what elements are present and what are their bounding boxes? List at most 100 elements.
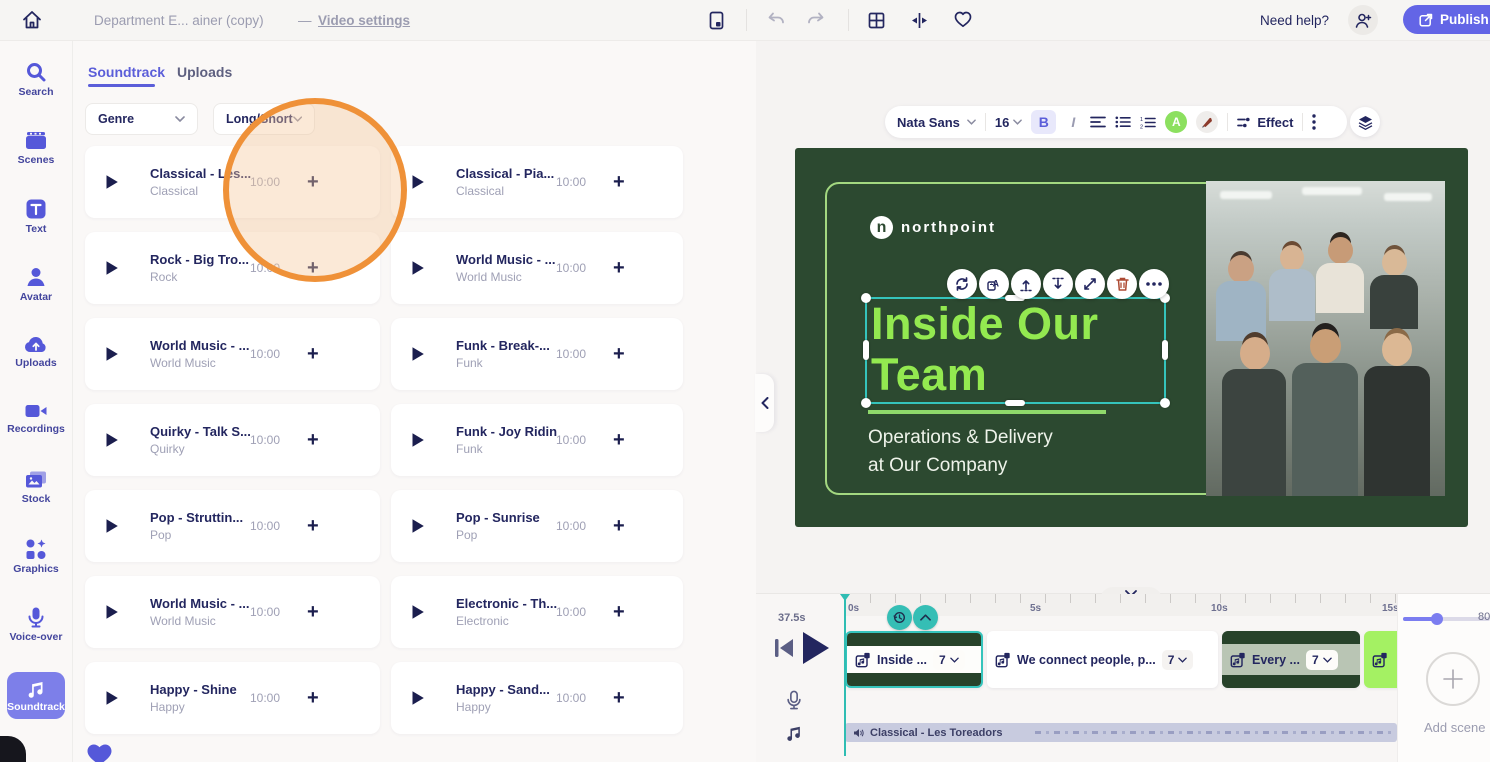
sidebar-item-voice-over[interactable]: Voice-over xyxy=(0,606,72,643)
sidebar-item-graphics[interactable]: Graphics xyxy=(0,538,72,575)
track-play-button[interactable] xyxy=(411,518,425,534)
audio-track-strip[interactable]: Classical - Les Toreadors xyxy=(845,723,1397,742)
scene-block-3[interactable]: Every ... 7 xyxy=(1222,631,1360,688)
track-play-button[interactable] xyxy=(411,432,425,448)
replace-button[interactable] xyxy=(947,269,977,299)
track-add-button[interactable]: + xyxy=(613,602,625,622)
track-add-button[interactable]: + xyxy=(307,516,319,536)
play-button[interactable] xyxy=(801,630,831,666)
scene-block-2[interactable]: We connect people, p... 7 xyxy=(987,631,1218,688)
scene-history-button[interactable] xyxy=(887,605,912,630)
scene-duration-dropdown[interactable]: 7 xyxy=(1161,649,1194,670)
selection-handle-w[interactable] xyxy=(863,340,869,360)
scene-block-1[interactable]: Inside ... 7 xyxy=(845,631,983,688)
sidebar-item-uploads[interactable]: Uploads xyxy=(0,334,72,369)
track-play-button[interactable] xyxy=(105,346,119,362)
track-play-button[interactable] xyxy=(411,690,425,706)
track-play-button[interactable] xyxy=(411,260,425,276)
video-settings-link[interactable]: Video settings xyxy=(318,13,410,28)
animate-in-button[interactable] xyxy=(1011,269,1041,299)
delete-button[interactable] xyxy=(1107,269,1137,299)
bold-button[interactable]: B xyxy=(1031,110,1057,134)
track-play-button[interactable] xyxy=(411,174,425,190)
video-canvas[interactable]: n northpoint A Inside Our Team Operation… xyxy=(795,148,1468,527)
scene-duration-dropdown[interactable]: 7 xyxy=(933,649,965,670)
align-button[interactable] xyxy=(1090,116,1107,128)
track-add-button[interactable]: + xyxy=(613,516,625,536)
collapse-panel-handle[interactable] xyxy=(755,374,774,432)
sidebar-item-scenes[interactable]: Scenes xyxy=(0,130,72,166)
italic-button[interactable]: I xyxy=(1065,114,1081,130)
track-play-button[interactable] xyxy=(105,174,119,190)
selection-handle-s[interactable] xyxy=(1005,400,1025,406)
track-add-button[interactable]: + xyxy=(307,172,319,192)
length-filter-dropdown[interactable]: Long/Short xyxy=(213,103,315,135)
redo-button[interactable] xyxy=(807,12,825,28)
team-photo[interactable] xyxy=(1206,181,1445,496)
track-add-button[interactable]: + xyxy=(307,258,319,278)
favorite-button[interactable] xyxy=(954,11,972,28)
track-add-button[interactable]: + xyxy=(613,688,625,708)
bullet-list-button[interactable] xyxy=(1115,116,1132,128)
zoom-slider-knob[interactable] xyxy=(1431,613,1443,625)
add-scene-button[interactable] xyxy=(1426,652,1480,706)
scene-duration-dropdown[interactable]: 7 xyxy=(1305,649,1338,670)
selection-handle-e[interactable] xyxy=(1162,340,1168,360)
track-play-button[interactable] xyxy=(411,346,425,362)
more-element-options-button[interactable] xyxy=(1139,269,1169,299)
track-add-button[interactable]: + xyxy=(613,258,625,278)
timeline-zoom-slider[interactable] xyxy=(1403,613,1490,625)
track-play-button[interactable] xyxy=(105,260,119,276)
track-play-button[interactable] xyxy=(105,518,119,534)
text-color-button[interactable]: A xyxy=(1165,111,1188,133)
favorites-heart-button[interactable] xyxy=(86,743,113,762)
voice-track-button[interactable] xyxy=(785,690,803,710)
track-play-button[interactable] xyxy=(105,604,119,620)
track-add-button[interactable]: + xyxy=(613,172,625,192)
music-track-button[interactable] xyxy=(785,724,803,742)
sidebar-item-search[interactable]: Search xyxy=(0,61,72,98)
zoom-slider-track[interactable] xyxy=(1403,613,1490,625)
track-add-button[interactable]: + xyxy=(613,344,625,364)
selection-handle-se[interactable] xyxy=(1160,398,1170,408)
track-play-button[interactable] xyxy=(105,432,119,448)
selection-handle-nw[interactable] xyxy=(861,293,871,303)
invite-collaborator-button[interactable] xyxy=(1348,5,1378,35)
fit-timeline-button[interactable] xyxy=(911,12,928,29)
slide-title[interactable]: Inside Our Team xyxy=(871,298,1099,400)
highlight-color-button[interactable] xyxy=(1196,111,1219,133)
publish-button[interactable]: Publish xyxy=(1403,5,1490,34)
numbered-list-button[interactable]: 12 xyxy=(1140,116,1157,129)
resize-button[interactable] xyxy=(1075,269,1105,299)
track-add-button[interactable]: + xyxy=(307,688,319,708)
track-add-button[interactable]: + xyxy=(613,430,625,450)
playhead-line[interactable] xyxy=(844,594,846,756)
translate-button[interactable]: A xyxy=(979,269,1009,299)
more-options-button[interactable] xyxy=(1312,114,1317,130)
sidebar-item-text[interactable]: Text xyxy=(0,198,72,235)
scene-collapse-button[interactable] xyxy=(913,605,938,630)
track-play-button[interactable] xyxy=(105,690,119,706)
sidebar-item-recordings[interactable]: Recordings xyxy=(0,402,72,435)
tab-uploads[interactable]: Uploads xyxy=(177,64,232,80)
grid-view-button[interactable] xyxy=(868,12,885,29)
skip-to-start-button[interactable] xyxy=(773,636,795,660)
track-add-button[interactable]: + xyxy=(307,430,319,450)
slide-subtitle[interactable]: Operations & Delivery at Our Company xyxy=(868,424,1053,480)
track-play-button[interactable] xyxy=(411,604,425,620)
need-help-link[interactable]: Need help? xyxy=(1260,13,1329,28)
undo-button[interactable] xyxy=(767,12,785,28)
home-button[interactable] xyxy=(20,8,44,32)
sidebar-item-avatar[interactable]: Avatar xyxy=(0,266,72,303)
selection-handle-sw[interactable] xyxy=(861,398,871,408)
format-button[interactable] xyxy=(708,11,725,30)
effect-button[interactable]: Effect xyxy=(1237,115,1293,130)
track-add-button[interactable]: + xyxy=(307,602,319,622)
animate-out-button[interactable] xyxy=(1043,269,1073,299)
font-size-dropdown[interactable]: 16 xyxy=(995,115,1023,130)
sidebar-item-stock[interactable]: Stock xyxy=(0,470,72,505)
layers-button[interactable] xyxy=(1350,107,1380,137)
tab-soundtrack[interactable]: Soundtrack xyxy=(88,64,165,80)
genre-filter-dropdown[interactable]: Genre xyxy=(85,103,198,135)
font-family-dropdown[interactable]: Nata Sans xyxy=(897,115,976,130)
